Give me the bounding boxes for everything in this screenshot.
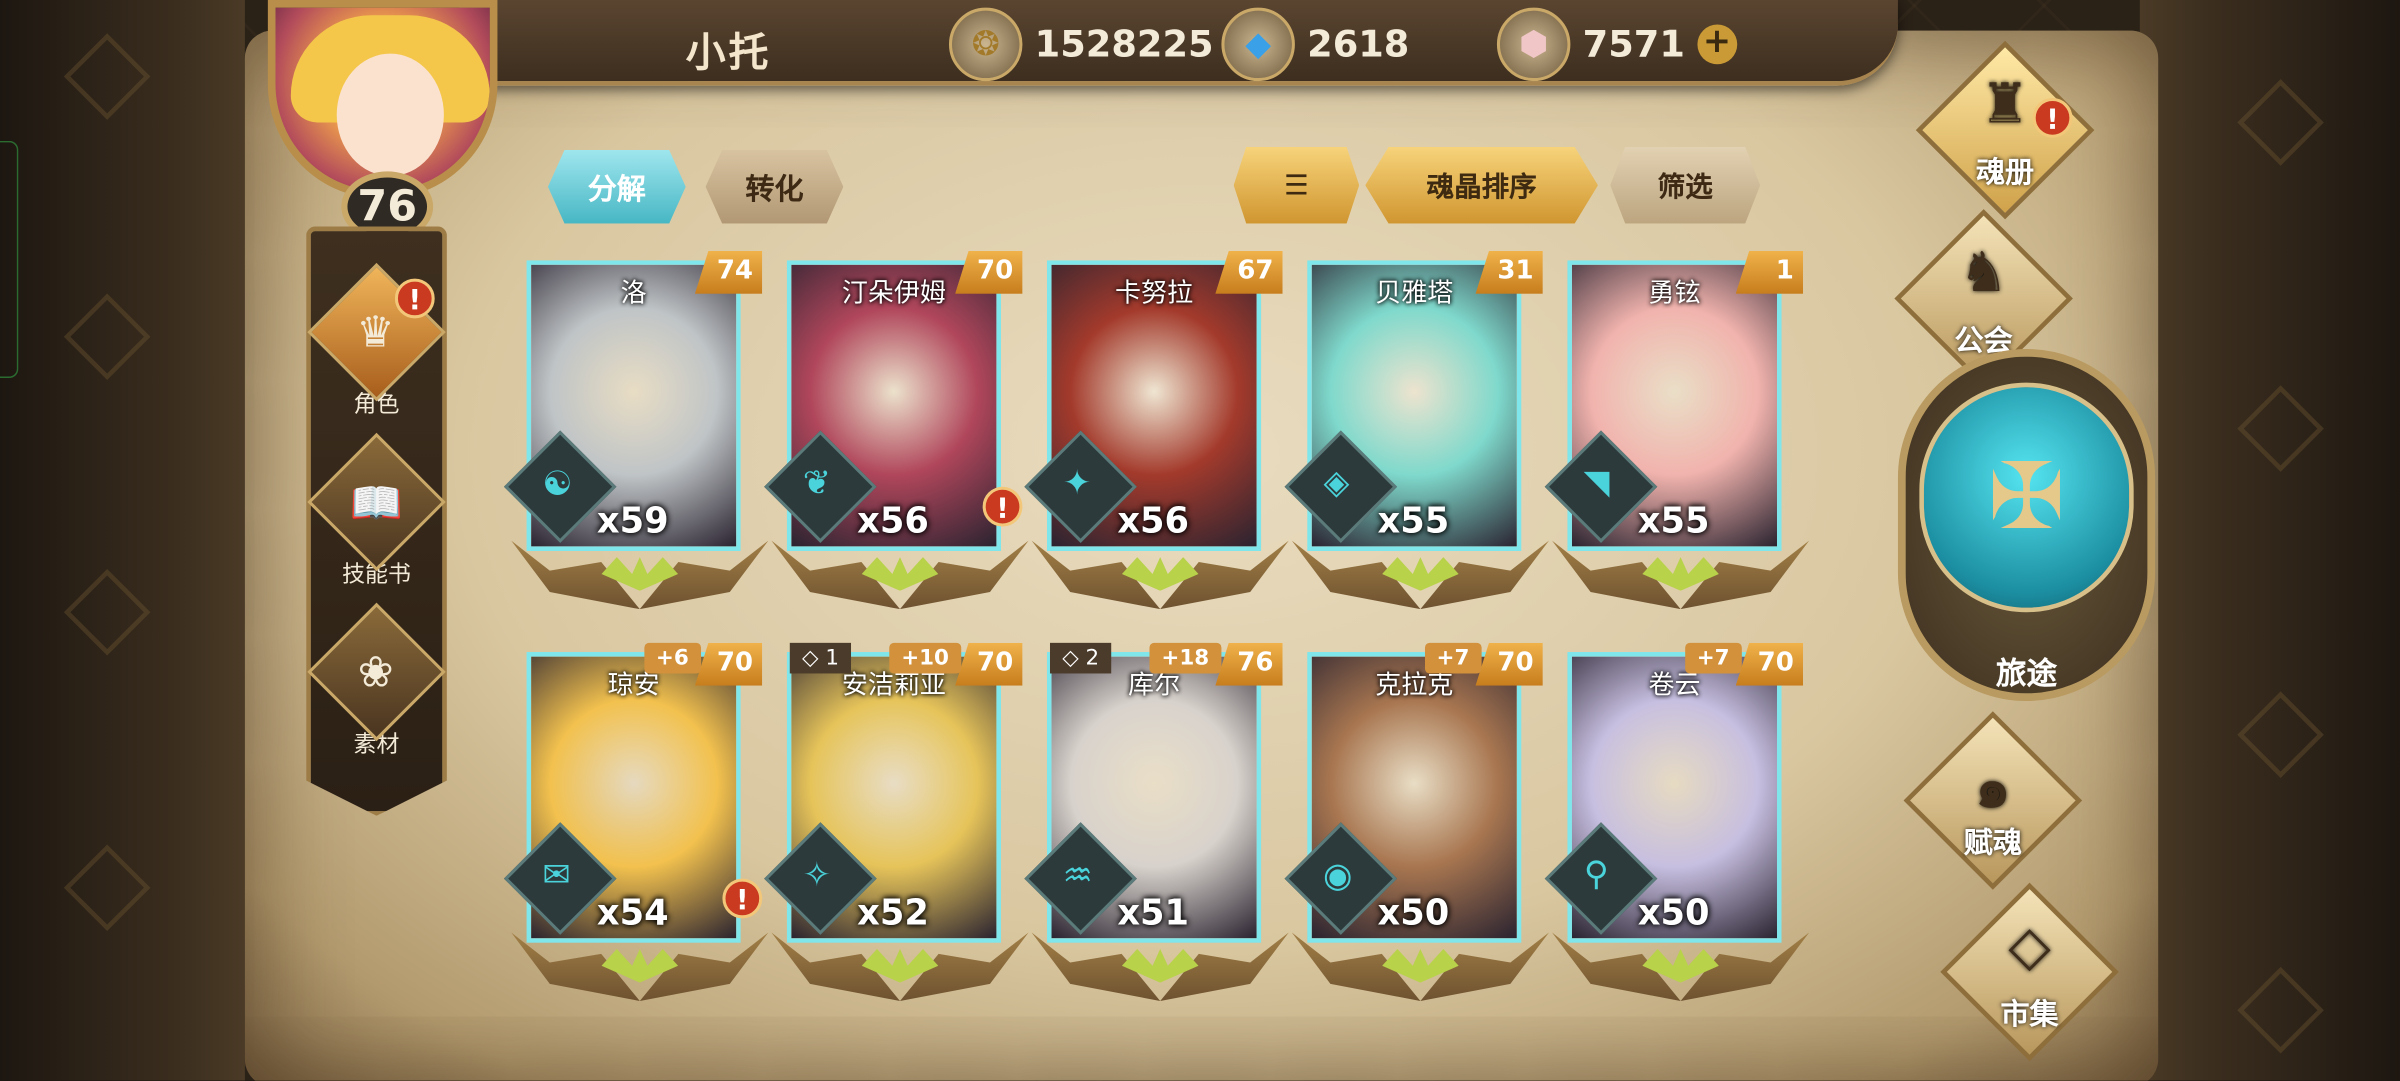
star-rank: ◇ 1 [789,642,852,674]
player-avatar[interactable]: 76 [240,0,519,245]
hero-card[interactable]: 汀朵伊姆 70 ❦ x56! [764,251,1029,621]
filter-button[interactable]: 筛选 [1610,146,1761,224]
tab-decompose[interactable]: 分解 [547,149,686,224]
hero-card[interactable]: 克拉克 70 +7 ◉ x50 [1284,642,1549,1013]
hero-level: 70 [1735,642,1804,686]
edge-indicator [0,140,19,379]
alert-badge: ! [722,878,763,919]
hero-level: 74 [694,251,763,294]
hero-level: 70 [1475,642,1543,686]
nav-market[interactable]: ◇ 市集 [1922,882,2136,1062]
avatar [267,0,498,199]
market-icon: ◇ [2008,915,2051,979]
nav-soul-book[interactable]: ♜ 魂册 [1898,40,2112,220]
enhance-level: +7 [1424,642,1482,674]
nav-item-skill-book[interactable]: 📖 技能书 [306,432,447,589]
hero-level: 70 [955,642,1023,686]
soul-crystal-sort-button[interactable]: 魂晶排序 [1365,146,1598,224]
right-border-decoration [2139,0,2400,1081]
enhance-level: +10 [888,642,962,674]
game-screen: 小托 ❂ 1528225 ◆ 2618 ⬢ 7571 + 76 ♛ 角色 ! 📖… [0,0,2400,1081]
sort-order-button[interactable]: ☰ [1233,146,1360,224]
nav-item-material[interactable]: ❀ 素材 [306,602,447,759]
guild-icon: ♞ [1958,241,2009,305]
currency-value: 2618 [1307,22,1410,66]
nav-label: 市集 [2000,997,2059,1032]
soul-count: x56 [857,502,929,542]
soul-count: x51 [1117,893,1190,934]
currency-pink-crystal: ⬢ 7571 + [1496,7,1737,82]
nav-label: 旅途 [1995,655,2058,692]
nav-label: 魂册 [1975,156,2035,190]
left-border-decoration [0,0,245,1081]
nav-soul-enchant[interactable]: ๑ 赋魂 [1886,711,2100,890]
nav-journey[interactable]: ✠ 旅途 [1897,348,2156,716]
soul-enchant-icon: ๑ [1975,757,2011,821]
hero-card[interactable]: 贝雅塔 31 ◈ x55 [1284,251,1549,621]
nav-label: 赋魂 [1963,826,2022,861]
enhance-level: +7 [1684,642,1742,674]
hero-level: 70 [955,251,1023,294]
character-icon: ♛ [357,306,396,358]
soul-count: x59 [596,502,669,542]
journey-icon: ✠ [1919,382,2134,613]
material-icon: ❀ [358,646,395,698]
hero-level: 1 [1735,251,1804,294]
hero-level: 67 [1215,251,1283,294]
hero-card[interactable]: 琼安 70 +6 ✉ x54! [503,642,769,1013]
soul-count: x50 [1637,893,1710,934]
hero-card[interactable]: 安洁莉亚 70 +10 ◇ 1 ✧ x52 [764,642,1029,1013]
pink-crystal-icon: ⬢ [1496,7,1571,82]
soul-count: x55 [1637,502,1710,542]
skill-book-icon: 📖 [349,476,404,528]
currency-blue-crystal: ◆ 2618 [1221,7,1410,82]
soul-count: x55 [1377,502,1450,542]
soul-count: x52 [857,893,929,934]
hero-card[interactable]: 库尔 76 +18 ◇ 2 ♒ x51 [1024,642,1289,1013]
hero-card[interactable]: 洛 74 ☯ x59 [503,251,769,621]
add-currency-button[interactable]: + [1697,24,1737,65]
hero-level: 76 [1215,642,1283,686]
hero-level: 31 [1475,251,1543,294]
hero-card[interactable]: 卡努拉 67 ✦ x56 [1024,251,1289,621]
currency-gold: ❂ 1528225 [948,7,1214,82]
enhance-level: +18 [1149,642,1222,674]
currency-value: 1528225 [1034,22,1214,66]
tab-convert[interactable]: 转化 [705,149,844,224]
player-name: 小托 [685,30,772,77]
star-rank: ◇ 2 [1049,642,1112,674]
soul-count: x50 [1377,893,1450,934]
hero-level: 70 [694,642,763,686]
alert-badge: ! [982,486,1023,527]
currency-value: 7571 [1582,22,1685,66]
enhance-level: +6 [643,642,702,674]
sort-icon: ☰ [1284,169,1309,202]
hero-card[interactable]: 卷云 70 +7 ⚲ x50 [1544,642,1810,1013]
gold-coin-icon: ❂ [948,7,1023,82]
alert-badge: ! [2032,97,2073,138]
soul-book-icon: ♜ [1980,73,2030,137]
soul-count: x54 [596,893,669,934]
hero-card[interactable]: 勇铉 1 ◥ x55 [1544,251,1810,621]
soul-count: x56 [1117,502,1190,542]
alert-badge: ! [394,278,435,319]
blue-crystal-icon: ◆ [1221,7,1295,82]
